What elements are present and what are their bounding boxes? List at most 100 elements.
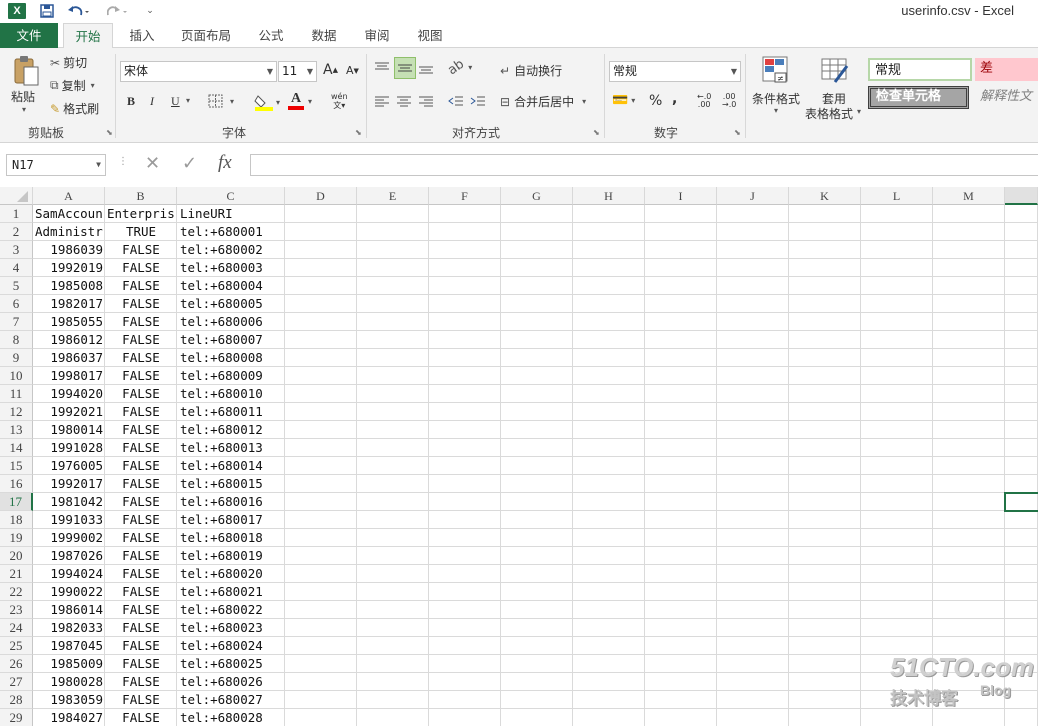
cell-b[interactable]: FALSE	[107, 529, 175, 547]
cell-b[interactable]: FALSE	[107, 619, 175, 637]
column-header[interactable]: L	[861, 187, 933, 205]
cell-a[interactable]: 1994024	[35, 565, 103, 583]
column-header[interactable]: B	[105, 187, 177, 205]
row-header[interactable]: 4	[0, 259, 33, 277]
row-header[interactable]: 11	[0, 385, 33, 403]
cell-b[interactable]: FALSE	[107, 349, 175, 367]
row-header[interactable]: 8	[0, 331, 33, 349]
cell-a[interactable]: 1987026	[35, 547, 103, 565]
cell-a[interactable]: SamAccountName	[35, 205, 103, 223]
row-header[interactable]: 28	[0, 691, 33, 709]
cell-a[interactable]: 1998017	[35, 367, 103, 385]
increase-decimal-icon[interactable]: ←.0.00	[697, 93, 711, 109]
cell-a[interactable]: 1986014	[35, 601, 103, 619]
cell-b[interactable]: FALSE	[107, 637, 175, 655]
cell-b[interactable]: FALSE	[107, 655, 175, 673]
style-check-cell[interactable]: 检查单元格	[868, 86, 969, 109]
comma-button[interactable]: ,	[672, 91, 677, 107]
row-header[interactable]: 23	[0, 601, 33, 619]
row-header[interactable]: 7	[0, 313, 33, 331]
column-header[interactable]: C	[177, 187, 285, 205]
tab-file[interactable]: 文件	[0, 23, 58, 48]
cell-c[interactable]: tel:+680010	[180, 385, 284, 403]
cell-b[interactable]: FALSE	[107, 547, 175, 565]
copy-button[interactable]: ⧉ 复制 ▾	[50, 77, 95, 94]
cell-c[interactable]: tel:+680003	[180, 259, 284, 277]
cell-b[interactable]: TRUE	[107, 223, 175, 241]
cell-c[interactable]: tel:+680015	[180, 475, 284, 493]
column-header[interactable]: J	[717, 187, 789, 205]
cell-a[interactable]: 1986039	[35, 241, 103, 259]
cell-b[interactable]: FALSE	[107, 475, 175, 493]
row-header[interactable]: 22	[0, 583, 33, 601]
row-header[interactable]: 5	[0, 277, 33, 295]
alignment-launcher-icon[interactable]: ⬊	[593, 128, 600, 137]
cell-a[interactable]: 1999002	[35, 529, 103, 547]
row-header[interactable]: 26	[0, 655, 33, 673]
cell-a[interactable]: 1992019	[35, 259, 103, 277]
format-painter-button[interactable]: ✎ 格式刷	[50, 100, 99, 117]
cell-b[interactable]: FALSE	[107, 385, 175, 403]
align-right-icon[interactable]	[418, 94, 434, 108]
cell-b[interactable]: FALSE	[107, 421, 175, 439]
style-normal[interactable]: 常规	[868, 58, 972, 81]
column-header[interactable]: H	[573, 187, 645, 205]
conditional-dropdown-icon[interactable]: ▾	[774, 106, 778, 115]
tab-home[interactable]: 开始	[63, 23, 113, 49]
tab-data[interactable]: 数据	[304, 23, 344, 48]
cell-c[interactable]: tel:+680007	[180, 331, 284, 349]
currency-button[interactable]: 💳 ▾	[612, 93, 635, 108]
cell-a[interactable]: 1983059	[35, 691, 103, 709]
style-bad[interactable]: 差	[975, 58, 1038, 81]
cell-a[interactable]: 1982033	[35, 619, 103, 637]
number-format-select[interactable]: 常规 ▼	[609, 61, 741, 82]
cell-a[interactable]: 1986037	[35, 349, 103, 367]
cell-a[interactable]: 1985008	[35, 277, 103, 295]
column-header[interactable]: A	[33, 187, 105, 205]
font-color-button[interactable]: A ▾	[288, 92, 312, 110]
align-top-icon[interactable]	[374, 61, 390, 75]
cell-b[interactable]: FALSE	[107, 277, 175, 295]
cell-b[interactable]: FALSE	[107, 565, 175, 583]
column-header[interactable]: M	[933, 187, 1005, 205]
cell-a[interactable]: 1992021	[35, 403, 103, 421]
cell-c[interactable]: tel:+680013	[180, 439, 284, 457]
customize-qat-icon[interactable]: ⌄	[144, 2, 156, 20]
row-header[interactable]: 21	[0, 565, 33, 583]
column-header[interactable]: F	[429, 187, 501, 205]
cell-c[interactable]: tel:+680009	[180, 367, 284, 385]
cell-b[interactable]: FALSE	[107, 601, 175, 619]
cell-b[interactable]: FALSE	[107, 295, 175, 313]
conditional-format-button[interactable]: 条件格式	[752, 90, 800, 107]
row-header[interactable]: 9	[0, 349, 33, 367]
fill-color-button[interactable]: ▾	[254, 93, 280, 111]
row-header[interactable]: 20	[0, 547, 33, 565]
percent-button[interactable]: %	[649, 93, 662, 109]
cell-c[interactable]: tel:+680026	[180, 673, 284, 691]
font-launcher-icon[interactable]: ⬊	[355, 128, 362, 137]
cell-a[interactable]: 1985055	[35, 313, 103, 331]
cell-b[interactable]: EnterpriseVoiceEnabled	[107, 205, 175, 223]
cell-b[interactable]: FALSE	[107, 403, 175, 421]
cut-button[interactable]: ✂ 剪切	[50, 54, 87, 71]
format-as-table-label-2[interactable]: 表格格式	[805, 105, 853, 122]
cell-a[interactable]: 1987045	[35, 637, 103, 655]
row-header[interactable]: 17	[0, 493, 33, 511]
enter-icon[interactable]: ✓	[182, 153, 197, 174]
orientation-button[interactable]: ab ▾	[445, 57, 472, 79]
underline-dropdown-icon[interactable]: ▾	[186, 96, 190, 105]
insert-function-icon[interactable]: fx	[218, 152, 232, 174]
font-size-select[interactable]: 11 ▼	[278, 61, 317, 82]
cell-c[interactable]: tel:+680006	[180, 313, 284, 331]
align-bottom-icon[interactable]	[418, 61, 434, 75]
select-all-corner[interactable]	[0, 187, 33, 205]
grow-font-button[interactable]: A ▲	[323, 62, 338, 78]
paste-dropdown-icon[interactable]: ▾	[22, 105, 26, 114]
cell-c[interactable]: tel:+680020	[180, 565, 284, 583]
row-header[interactable]: 6	[0, 295, 33, 313]
cell-c[interactable]: tel:+680004	[180, 277, 284, 295]
bold-button[interactable]: B	[127, 94, 135, 109]
cell-c[interactable]: tel:+680016	[180, 493, 284, 511]
format-as-table-icon[interactable]	[821, 56, 849, 84]
increase-indent-icon[interactable]	[470, 94, 486, 108]
